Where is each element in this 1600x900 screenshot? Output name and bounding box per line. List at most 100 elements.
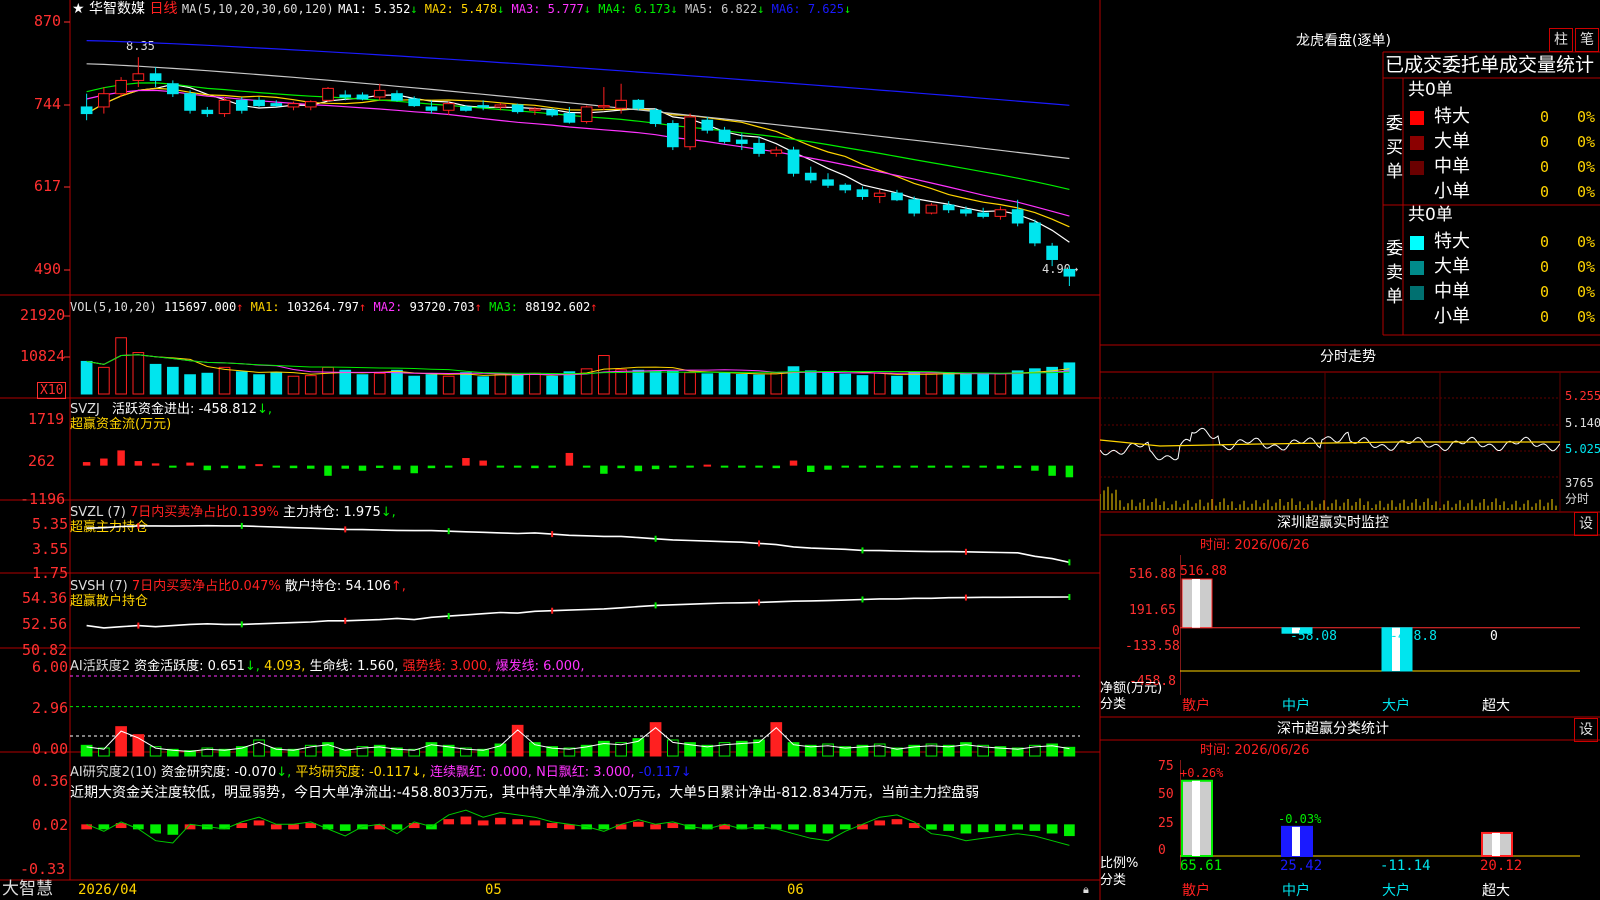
monitor-category: 大户 — [1382, 698, 1410, 714]
candle-body — [615, 99, 627, 109]
svzl-chart[interactable] — [70, 503, 1080, 573]
dragon-row-pct: 0% — [1577, 233, 1596, 251]
ai-research-bar — [270, 824, 282, 830]
color-swatch — [1410, 311, 1424, 325]
ai-active-line — [86, 727, 1070, 753]
bar-view-button[interactable]: 柱 — [1549, 28, 1573, 52]
dragon-title: 龙虎看盘(逐单) — [1296, 33, 1391, 49]
ai-active-chart[interactable] — [70, 660, 1080, 760]
ai-research-bar — [460, 816, 472, 825]
kline-header: ★ 华智数媒 日线 MA(5,10,20,30,60,120) MA1: 5.3… — [72, 2, 851, 16]
ma-line-1 — [86, 83, 1070, 243]
vol-ma-label: MA1: — [250, 300, 287, 314]
candle-body — [356, 94, 369, 100]
volume-bar — [804, 370, 817, 395]
svzj-bar — [703, 464, 712, 467]
classify-value-label: -11.14 — [1380, 858, 1431, 874]
svzl-y-tick: 3.55 — [32, 540, 69, 558]
candle-body — [322, 87, 334, 101]
svzj-bar — [289, 465, 298, 469]
svzj-bar — [582, 465, 591, 468]
svzj-y-tick: 262 — [28, 452, 56, 470]
dragon-row-name: 中单 — [1434, 281, 1470, 302]
candle-body — [408, 98, 421, 107]
svsh-marker — [758, 599, 761, 606]
candle-body — [253, 99, 265, 107]
classify-settings-button[interactable]: 设 — [1574, 718, 1598, 742]
intraday-title: 分时走势 — [1320, 349, 1376, 365]
volume-bar — [339, 369, 352, 395]
svsh-chart[interactable] — [70, 578, 1080, 652]
period-label[interactable]: 日线 — [149, 1, 177, 17]
lock-icon[interactable]: 🔒︎ — [1083, 884, 1089, 895]
kline-y-tick: 870 — [34, 12, 62, 30]
candle-body — [753, 142, 765, 154]
volume-bar — [735, 373, 748, 395]
pen-view-button[interactable]: 笔 — [1575, 28, 1599, 52]
ai-active-y-tick: 6.00 — [32, 658, 69, 676]
svsh-marker — [551, 607, 554, 614]
intraday-price-mid: 5.140 — [1565, 416, 1600, 430]
classify-category: 中户 — [1282, 883, 1310, 899]
classify-chart[interactable] — [1180, 760, 1600, 900]
ai-research-y-tick: 0.36 — [32, 772, 69, 790]
kline-y-tick: 744 — [34, 95, 62, 113]
monitor-settings-button[interactable]: 设 — [1574, 512, 1598, 536]
vol-ma-legend: MA1: 103264.797↑ MA2: 93720.703↑ MA3: 88… — [251, 300, 598, 314]
monitor-y-tick: 516.88 — [1129, 567, 1176, 582]
volume-bar — [184, 374, 196, 395]
svzj-chart[interactable] — [70, 400, 1080, 500]
ai-research-chart[interactable] — [70, 768, 1080, 878]
ai-research-bar — [253, 820, 265, 826]
svzj-bar — [151, 463, 160, 466]
candle-body — [787, 149, 800, 174]
ai-research-bar — [977, 824, 989, 833]
monitor-chart[interactable] — [1180, 555, 1600, 695]
classify-y-tick: 0 — [1158, 843, 1166, 858]
vol-header: VOL(5,10,20) 115697.000↑ MA1: 103264.797… — [70, 301, 598, 313]
star-icon[interactable]: ★ — [72, 1, 85, 17]
monitor-value-label: -458.8 — [1390, 628, 1437, 644]
down-arrow-icon: ↓ — [670, 2, 678, 16]
volume-bar — [270, 372, 283, 395]
svzl-marker — [964, 548, 967, 555]
ai-research-bar — [633, 821, 644, 827]
intraday-chart[interactable] — [1100, 372, 1560, 512]
volume-bar — [856, 375, 869, 395]
candle-body — [649, 109, 662, 125]
svzj-bar — [1048, 465, 1056, 476]
up-arrow-icon: ↑ — [590, 300, 598, 314]
candle-body — [977, 212, 990, 217]
candle-body — [735, 139, 748, 144]
ai-research-bar — [926, 824, 937, 830]
intraday-price-line — [1100, 427, 1560, 461]
vol-ma-label: MA2: — [366, 300, 410, 314]
svzj-bar — [220, 465, 229, 469]
classify-time: 时间: 2026/06/26 — [1200, 743, 1310, 758]
candle-body — [115, 79, 127, 95]
svzl-marker — [344, 526, 347, 533]
ma-params: MA(5,10,20,30,60,120) — [181, 2, 334, 16]
candlestick-chart[interactable] — [70, 18, 1080, 293]
ai-research-bar — [512, 819, 523, 825]
volume-chart[interactable] — [70, 316, 1080, 396]
volume-bar — [666, 371, 679, 395]
monitor-value-label: 0 — [1490, 628, 1498, 644]
down-arrow-icon: ↓ — [583, 2, 592, 16]
intraday-avg-line — [1100, 439, 1560, 447]
volume-bar — [132, 352, 145, 395]
svzj-bar — [910, 465, 918, 468]
svzj-bar — [531, 465, 539, 469]
candle-body — [632, 99, 645, 109]
svzj-bar — [634, 465, 643, 472]
volume-bar — [649, 370, 662, 395]
candle-body — [563, 113, 576, 123]
classify-value-label: 20.12 — [1480, 858, 1523, 874]
color-swatch — [1410, 186, 1424, 200]
sell-side-label: 委卖单 — [1386, 239, 1403, 307]
ai-research-bar — [391, 824, 403, 830]
svzj-bar — [393, 465, 401, 470]
ai-research-bar — [339, 824, 351, 831]
monitor-ylabel: 净额(万元) — [1100, 681, 1163, 696]
ai-research-bar — [995, 824, 1006, 831]
